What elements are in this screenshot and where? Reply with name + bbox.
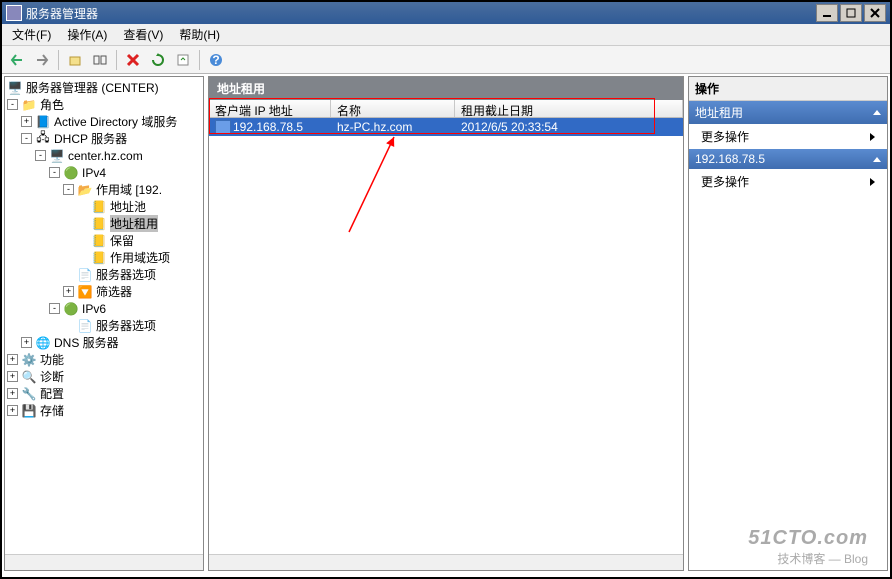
lease-icon: [215, 120, 231, 134]
tree-scrollbar[interactable]: [5, 554, 203, 570]
tree-filter[interactable]: +🔽筛选器: [7, 283, 201, 300]
list-row[interactable]: 192.168.78.5 hz-PC.hz.com 2012/6/5 20:33…: [209, 118, 683, 136]
row-expiry: 2012/6/5 20:33:54: [461, 120, 558, 134]
expand-icon[interactable]: +: [7, 354, 18, 365]
menu-action[interactable]: 操作(A): [61, 24, 113, 45]
expand-icon[interactable]: +: [7, 371, 18, 382]
expand-icon[interactable]: +: [21, 337, 32, 348]
row-ip: 192.168.78.5: [233, 120, 303, 134]
actions-more-2[interactable]: 更多操作: [689, 169, 887, 194]
submenu-arrow-icon: [870, 133, 875, 141]
refresh-button[interactable]: [147, 49, 169, 71]
expand-icon[interactable]: +: [7, 405, 18, 416]
col-name[interactable]: 名称: [331, 100, 455, 117]
col-ip[interactable]: 客户端 IP 地址: [209, 100, 331, 117]
tree-roles[interactable]: -📁角色: [7, 96, 201, 113]
tree-pool[interactable]: 📒地址池: [7, 198, 201, 215]
back-button[interactable]: [6, 49, 28, 71]
col-expiry[interactable]: 租用截止日期: [455, 100, 683, 117]
collapse-icon[interactable]: -: [49, 167, 60, 178]
forward-button[interactable]: [31, 49, 53, 71]
tree-dns[interactable]: +🌐DNS 服务器: [7, 334, 201, 351]
collapse-icon[interactable]: -: [7, 99, 18, 110]
maximize-button[interactable]: [840, 4, 862, 22]
tree-dhcp[interactable]: -🖧DHCP 服务器: [7, 130, 201, 147]
tree-config[interactable]: +🔧配置: [7, 385, 201, 402]
collapse-icon[interactable]: -: [49, 303, 60, 314]
main-area: 🖥️服务器管理器 (CENTER) -📁角色 +📘Active Director…: [2, 74, 890, 573]
app-icon: [6, 5, 22, 21]
minimize-button[interactable]: [816, 4, 838, 22]
center-pane: 地址租用 客户端 IP 地址 名称 租用截止日期 192.168.78.5 hz…: [208, 76, 684, 571]
menu-help[interactable]: 帮助(H): [173, 24, 226, 45]
expand-icon[interactable]: +: [63, 286, 74, 297]
tree-storage[interactable]: +💾存储: [7, 402, 201, 419]
collapse-arrow-icon: [873, 110, 881, 115]
tree-srvopt6[interactable]: 📄服务器选项: [7, 317, 201, 334]
collapse-icon[interactable]: -: [21, 133, 32, 144]
tree-lease[interactable]: 📒地址租用: [7, 215, 201, 232]
menubar: 文件(F) 操作(A) 查看(V) 帮助(H): [2, 24, 890, 46]
toolbar: ?: [2, 46, 890, 74]
window-title: 服务器管理器: [26, 5, 816, 22]
help-button[interactable]: ?: [205, 49, 227, 71]
actions-pane: 操作 地址租用 更多操作 192.168.78.5 更多操作: [688, 76, 888, 571]
row-name: hz-PC.hz.com: [337, 120, 412, 134]
tree-ipv6[interactable]: -🟢IPv6: [7, 300, 201, 317]
export-button[interactable]: [172, 49, 194, 71]
menu-file[interactable]: 文件(F): [6, 24, 57, 45]
list-header: 客户端 IP 地址 名称 租用截止日期: [209, 100, 683, 118]
center-title: 地址租用: [209, 77, 683, 100]
close-button[interactable]: [864, 4, 886, 22]
tree-features[interactable]: +⚙️功能: [7, 351, 201, 368]
actions-cat-lease[interactable]: 地址租用: [689, 101, 887, 124]
collapse-arrow-icon: [873, 157, 881, 162]
titlebar: 服务器管理器: [2, 2, 890, 24]
actions-cat-ip[interactable]: 192.168.78.5: [689, 149, 887, 169]
collapse-icon[interactable]: -: [63, 184, 74, 195]
delete-button[interactable]: [122, 49, 144, 71]
expand-icon[interactable]: +: [7, 388, 18, 399]
submenu-arrow-icon: [870, 178, 875, 186]
tree-ipv4[interactable]: -🟢IPv4: [7, 164, 201, 181]
expand-icon[interactable]: +: [21, 116, 32, 127]
tree-center[interactable]: -🖥️center.hz.com: [7, 147, 201, 164]
tree-scopeopt[interactable]: 📒作用域选项: [7, 249, 201, 266]
svg-text:?: ?: [212, 53, 219, 67]
tree-scope[interactable]: -📂作用域 [192.: [7, 181, 201, 198]
actions-more-1[interactable]: 更多操作: [689, 124, 887, 149]
tree-diag[interactable]: +🔍诊断: [7, 368, 201, 385]
show-hide-button[interactable]: [89, 49, 111, 71]
tree-pane: 🖥️服务器管理器 (CENTER) -📁角色 +📘Active Director…: [4, 76, 204, 571]
tree-root[interactable]: 🖥️服务器管理器 (CENTER): [7, 79, 201, 96]
center-scrollbar[interactable]: [209, 554, 683, 570]
tree-srvopt[interactable]: 📄服务器选项: [7, 266, 201, 283]
menu-view[interactable]: 查看(V): [117, 24, 169, 45]
up-button[interactable]: [64, 49, 86, 71]
actions-header: 操作: [689, 77, 887, 101]
collapse-icon[interactable]: -: [35, 150, 46, 161]
tree-resv[interactable]: 📒保留: [7, 232, 201, 249]
